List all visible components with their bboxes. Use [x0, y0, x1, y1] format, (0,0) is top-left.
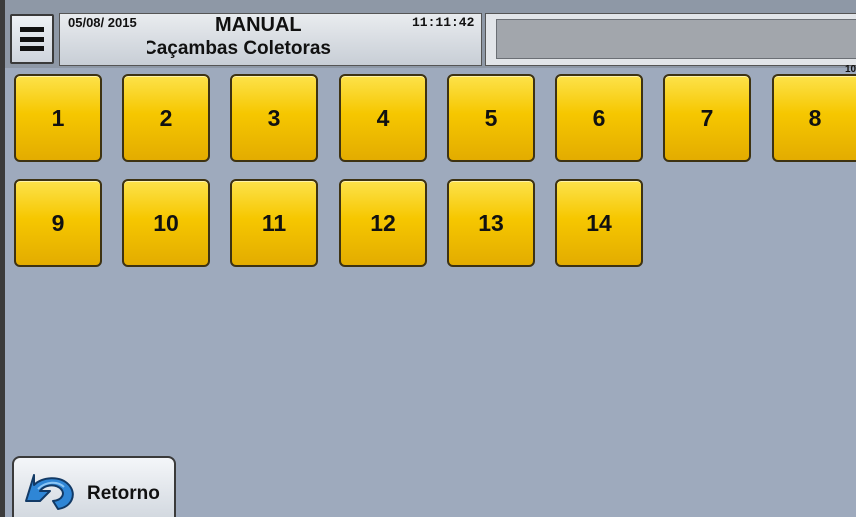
return-button[interactable]: Retorno	[12, 456, 176, 517]
date-display: 05/08/ 2015	[68, 15, 137, 30]
bucket-button-7[interactable]: 7	[663, 74, 751, 162]
left-border-strip	[0, 0, 5, 517]
bucket-button-9[interactable]: 9	[14, 179, 102, 267]
screen-title-text: Caçambas Coletoras	[147, 38, 331, 59]
bucket-button-11[interactable]: 11	[230, 179, 318, 267]
bucket-button-2[interactable]: 2	[122, 74, 210, 162]
bucket-button-14[interactable]: 14	[555, 179, 643, 267]
status-info-panel: 05/08/ 2015 MANUAL 11:11:42 Caçambas Col…	[59, 13, 482, 66]
bucket-button-12[interactable]: 12	[339, 179, 427, 267]
screen-title: Caçambas Coletoras	[147, 38, 369, 60]
bucket-button-8[interactable]: 8	[772, 74, 856, 162]
return-button-label: Retorno	[87, 483, 160, 504]
message-box	[485, 13, 856, 66]
return-arrow-icon	[25, 474, 74, 510]
operation-mode-label: MANUAL	[215, 14, 302, 36]
bucket-button-13[interactable]: 13	[447, 179, 535, 267]
hamburger-menu-icon	[20, 27, 44, 51]
menu-button[interactable]	[10, 14, 54, 64]
message-display	[496, 19, 856, 59]
bucket-button-6[interactable]: 6	[555, 74, 643, 162]
bucket-button-4[interactable]: 4	[339, 74, 427, 162]
bucket-button-3[interactable]: 3	[230, 74, 318, 162]
time-display: 11:11:42	[412, 15, 475, 30]
bucket-button-5[interactable]: 5	[447, 74, 535, 162]
bucket-button-10[interactable]: 10	[122, 179, 210, 267]
bucket-button-1[interactable]: 1	[14, 74, 102, 162]
